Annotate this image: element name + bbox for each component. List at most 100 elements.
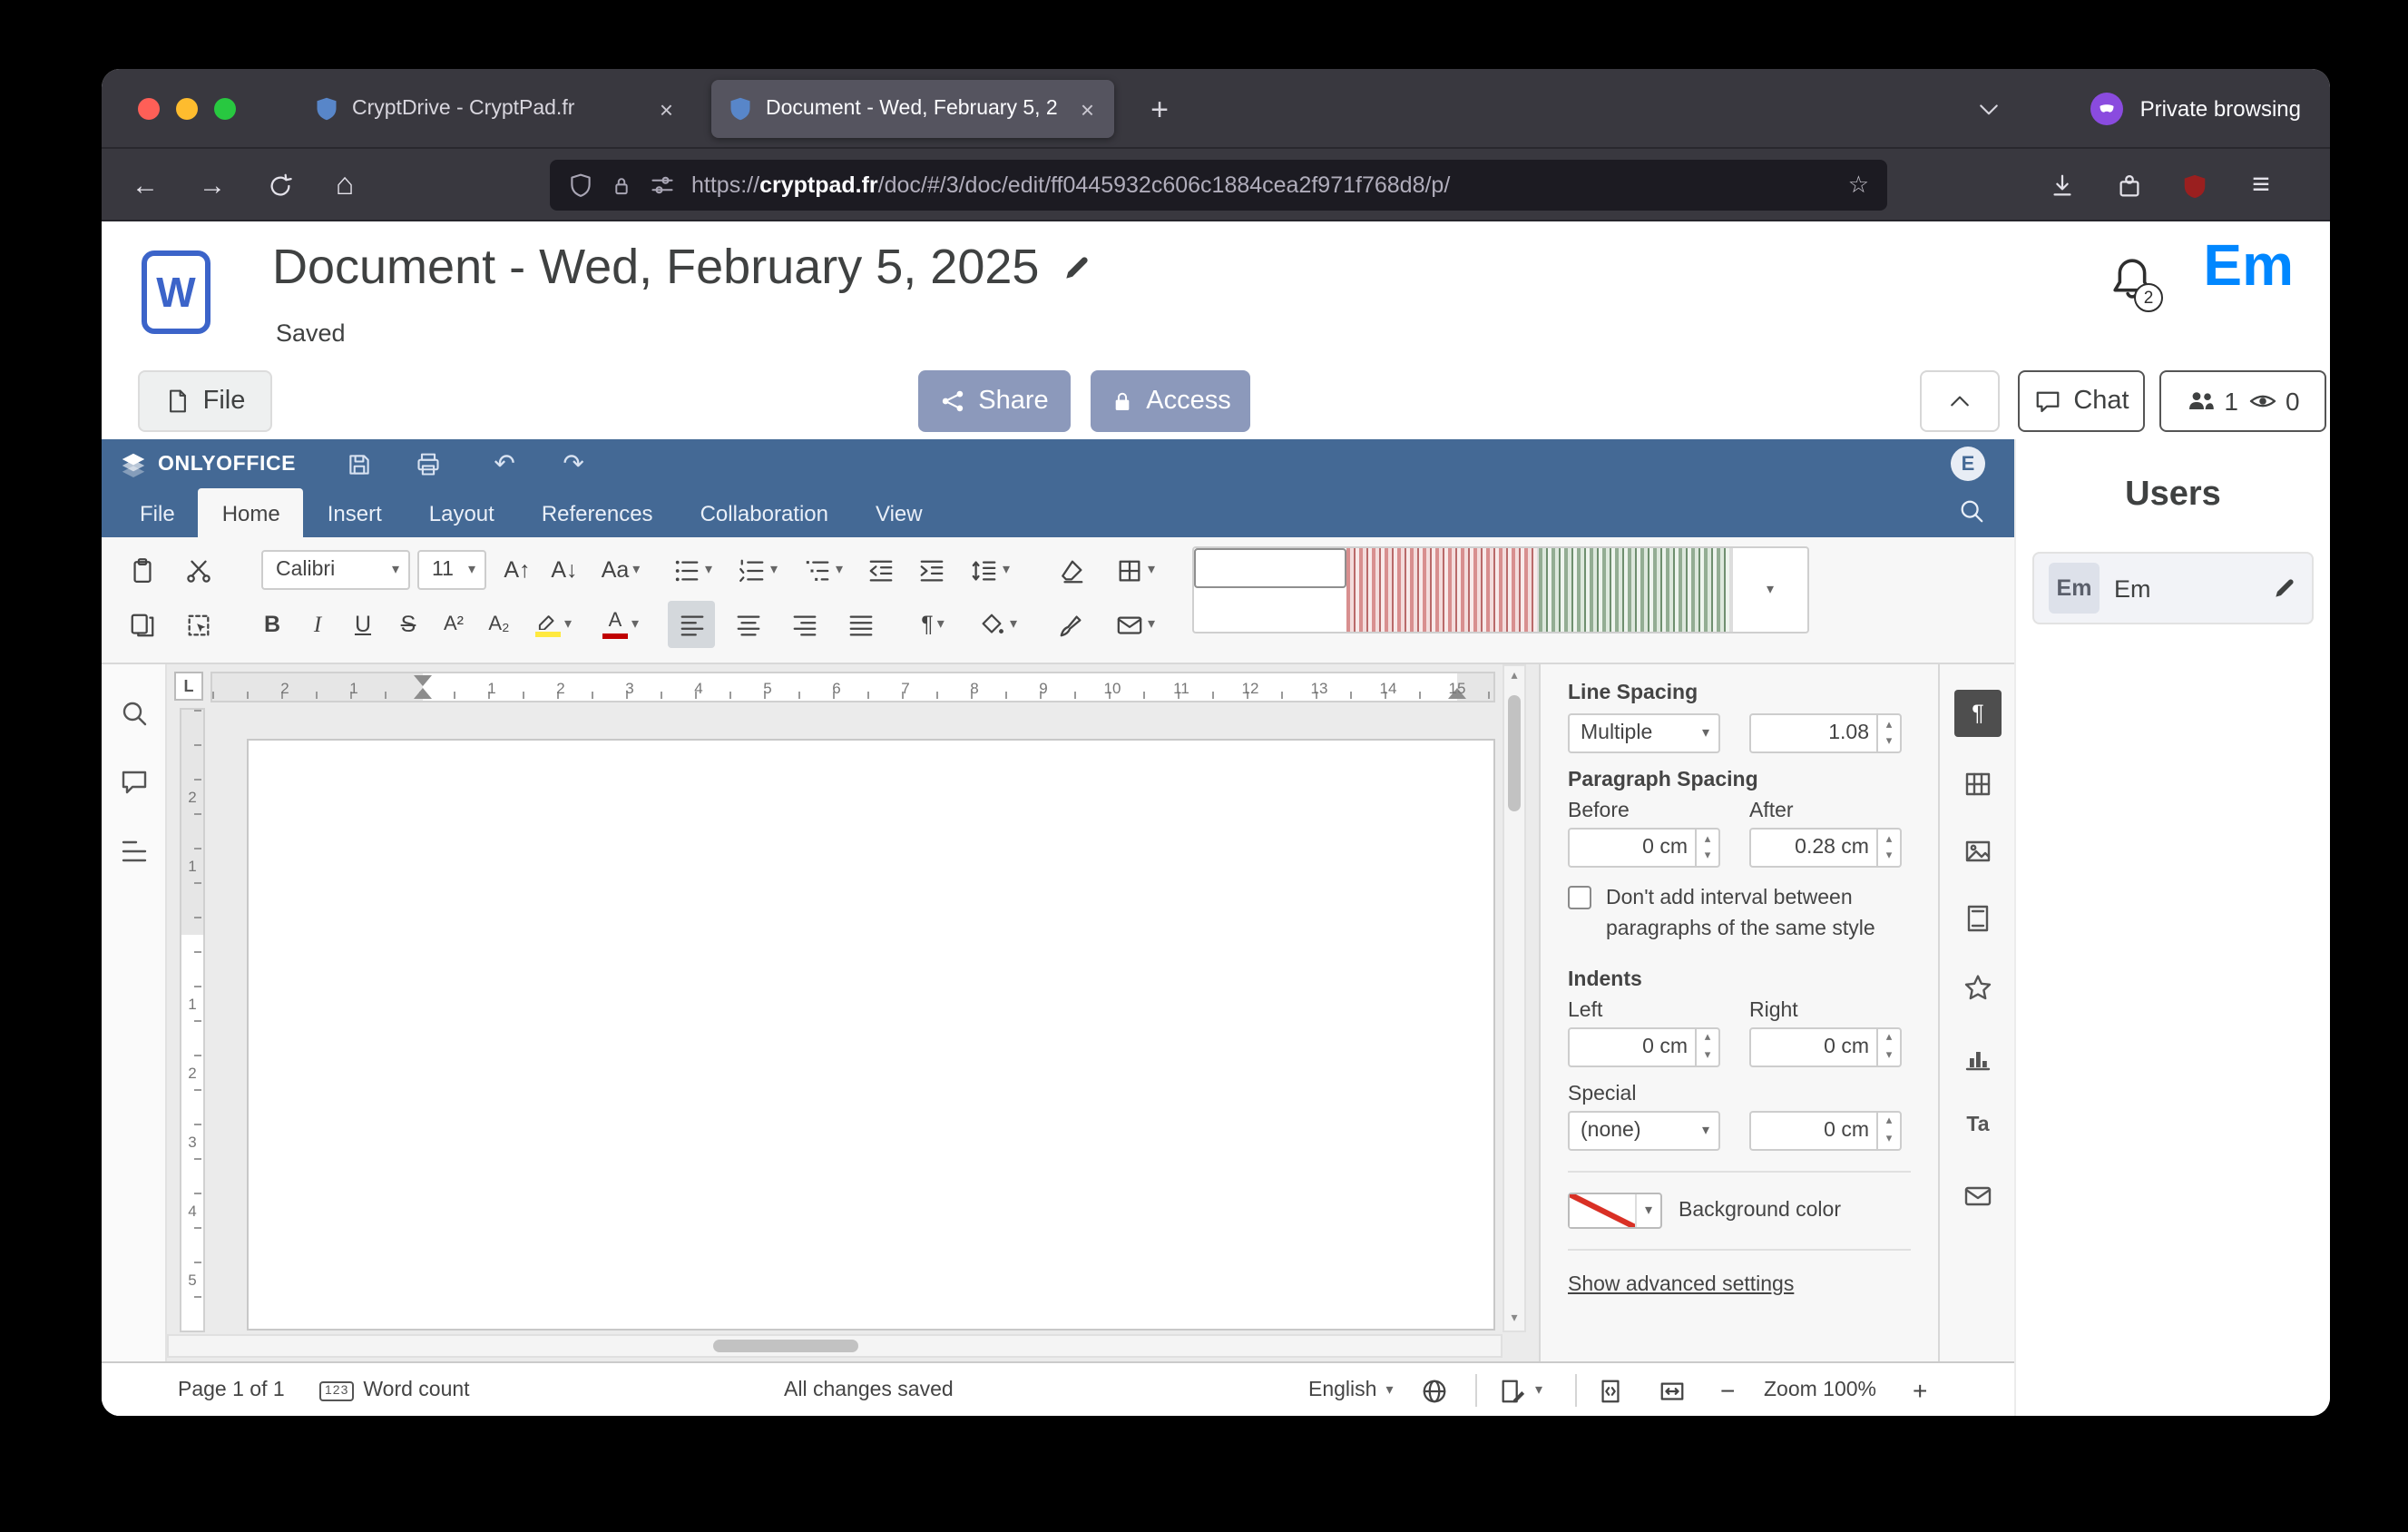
zoom-level[interactable]: Zoom 100% xyxy=(1764,1363,1876,1416)
vertical-ruler[interactable]: 21123456 xyxy=(180,708,205,1332)
menu-tab-file[interactable]: File xyxy=(116,488,199,537)
font-name-select[interactable]: Calibri▾ xyxy=(261,550,410,590)
reload-button[interactable] xyxy=(254,160,305,211)
spin-up-icon[interactable]: ▴ xyxy=(1886,717,1893,733)
window-maximize-button[interactable] xyxy=(214,98,236,120)
hamburger-menu-icon[interactable]: ≡ xyxy=(2236,160,2286,211)
fit-width-button[interactable] xyxy=(1659,1363,1686,1416)
copy-button[interactable] xyxy=(118,601,165,648)
spin-down-icon[interactable]: ▾ xyxy=(1705,848,1711,864)
align-center-button[interactable] xyxy=(724,601,771,648)
undo-button[interactable]: ↶ xyxy=(481,444,528,484)
print-button[interactable] xyxy=(405,444,452,484)
menu-tab-insert[interactable]: Insert xyxy=(304,488,406,537)
spin-up-icon[interactable]: ▴ xyxy=(1886,1114,1893,1130)
spin-up-icon[interactable]: ▴ xyxy=(1886,1030,1893,1046)
mail-merge-settings-icon[interactable] xyxy=(1954,1173,2002,1220)
comments-icon[interactable] xyxy=(119,768,148,797)
edit-title-pencil-icon[interactable] xyxy=(1061,252,1091,283)
tab-close-icon[interactable]: × xyxy=(656,95,677,123)
spin-up-icon[interactable]: ▴ xyxy=(1705,1030,1711,1046)
image-settings-icon[interactable] xyxy=(1954,828,2002,875)
superscript-button[interactable]: A² xyxy=(430,601,477,648)
highlight-color-button[interactable]: ▾ xyxy=(521,601,586,648)
horizontal-scroll-thumb[interactable] xyxy=(713,1340,858,1352)
spin-down-icon[interactable]: ▾ xyxy=(1705,1046,1711,1063)
track-changes-button[interactable]: ▾ xyxy=(1499,1363,1542,1416)
background-color-picker[interactable]: ▾ xyxy=(1568,1192,1662,1228)
permissions-sliders-icon[interactable] xyxy=(650,172,675,198)
window-close-button[interactable] xyxy=(138,98,160,120)
spacing-after-spinner[interactable]: 0.28 cm▴▾ xyxy=(1749,828,1902,868)
align-right-button[interactable] xyxy=(780,601,827,648)
access-button[interactable]: Access xyxy=(1091,370,1250,432)
strikethrough-button[interactable]: S xyxy=(385,601,432,648)
zoom-in-button[interactable]: + xyxy=(1913,1363,1927,1416)
menu-tab-view[interactable]: View xyxy=(852,488,946,537)
bold-button[interactable]: B xyxy=(249,601,296,648)
page-indicator[interactable]: Page 1 of 1 xyxy=(178,1363,285,1416)
spin-down-icon[interactable]: ▾ xyxy=(1886,733,1893,750)
shading-button[interactable]: ▾ xyxy=(965,601,1031,648)
shape-settings-icon[interactable] xyxy=(1954,964,2002,1011)
menu-tab-layout[interactable]: Layout xyxy=(406,488,518,537)
collapse-toolbar-button[interactable] xyxy=(1920,370,2000,432)
forward-button[interactable]: → xyxy=(187,160,238,211)
clear-style-button[interactable] xyxy=(1047,546,1094,594)
increase-indent-button[interactable] xyxy=(907,546,954,594)
downloads-icon[interactable] xyxy=(2036,160,2087,211)
search-icon[interactable] xyxy=(119,699,148,728)
caret-down-icon[interactable]: ▾ xyxy=(1635,1193,1660,1226)
document-page[interactable] xyxy=(247,739,1495,1331)
participants-indicator[interactable]: 1 0 xyxy=(2159,370,2326,432)
spin-down-icon[interactable]: ▾ xyxy=(1886,1046,1893,1063)
spacing-before-spinner[interactable]: 0 cm▴▾ xyxy=(1568,828,1720,868)
align-left-button[interactable] xyxy=(668,601,715,648)
spin-down-icon[interactable]: ▾ xyxy=(1886,848,1893,864)
scroll-down-icon[interactable]: ▾ xyxy=(1504,1309,1524,1331)
spin-up-icon[interactable]: ▴ xyxy=(1886,831,1893,848)
line-spacing-button[interactable]: ▾ xyxy=(958,546,1023,594)
no-interval-checkbox[interactable] xyxy=(1568,886,1591,909)
menu-tab-references[interactable]: References xyxy=(518,488,677,537)
bookmark-star-icon[interactable]: ☆ xyxy=(1848,171,1869,200)
styles-gallery-expand-icon[interactable]: ▾ xyxy=(1731,548,1807,632)
share-button[interactable]: Share xyxy=(918,370,1071,432)
vertical-scrollbar[interactable]: ▴ ▾ xyxy=(1503,664,1526,1332)
special-indent-spinner[interactable]: 0 cm▴▾ xyxy=(1749,1110,1902,1150)
horizontal-ruler[interactable]: 21123456789101112131415 xyxy=(210,672,1495,702)
account-name[interactable]: Em xyxy=(2203,232,2294,300)
tab-document[interactable]: Document - Wed, February 5, 2 × xyxy=(711,80,1114,138)
lock-icon[interactable] xyxy=(610,173,633,197)
user-list-item[interactable]: Em Em xyxy=(2032,552,2314,624)
increase-font-button[interactable]: A↑ xyxy=(494,546,541,594)
numbering-button[interactable]: ▾ xyxy=(726,546,791,594)
list-all-tabs-icon[interactable] xyxy=(1977,96,2002,122)
justify-button[interactable] xyxy=(837,601,884,648)
back-button[interactable]: ← xyxy=(120,160,171,211)
text-art-settings-icon[interactable]: Ta xyxy=(1954,1102,2002,1149)
special-indent-select[interactable]: (none)▾ xyxy=(1568,1110,1720,1150)
url-bar[interactable]: https://cryptpad.fr/doc/#/3/doc/edit/ff0… xyxy=(550,160,1887,211)
horizontal-scrollbar[interactable] xyxy=(167,1334,1503,1358)
menu-tab-collaboration[interactable]: Collaboration xyxy=(677,488,852,537)
editor-search-icon[interactable] xyxy=(1958,497,1985,525)
chat-button[interactable]: Chat xyxy=(2018,370,2145,432)
chart-settings-icon[interactable] xyxy=(1954,1035,2002,1082)
spin-down-icon[interactable]: ▾ xyxy=(1886,1130,1893,1146)
line-spacing-spinner[interactable]: 1.08▴▾ xyxy=(1749,713,1902,753)
new-tab-button[interactable]: + xyxy=(1136,87,1183,134)
tab-cryptdrive[interactable]: CryptDrive - CryptPad.fr × xyxy=(298,80,693,138)
decrease-font-button[interactable]: A↓ xyxy=(541,546,588,594)
left-indent-marker[interactable] xyxy=(414,688,432,699)
navigation-headings-icon[interactable] xyxy=(119,837,148,866)
multilevel-list-button[interactable]: ▾ xyxy=(791,546,857,594)
style-preview-normal[interactable] xyxy=(1194,548,1346,588)
indent-left-spinner[interactable]: 0 cm▴▾ xyxy=(1568,1026,1720,1066)
tab-stop-selector[interactable]: L xyxy=(174,672,203,701)
ublock-icon[interactable] xyxy=(2168,160,2219,211)
collaborator-avatar[interactable]: E xyxy=(1951,447,1985,481)
subscript-button[interactable]: A₂ xyxy=(475,601,523,648)
save-button[interactable] xyxy=(336,444,383,484)
paste-button[interactable] xyxy=(118,546,165,594)
